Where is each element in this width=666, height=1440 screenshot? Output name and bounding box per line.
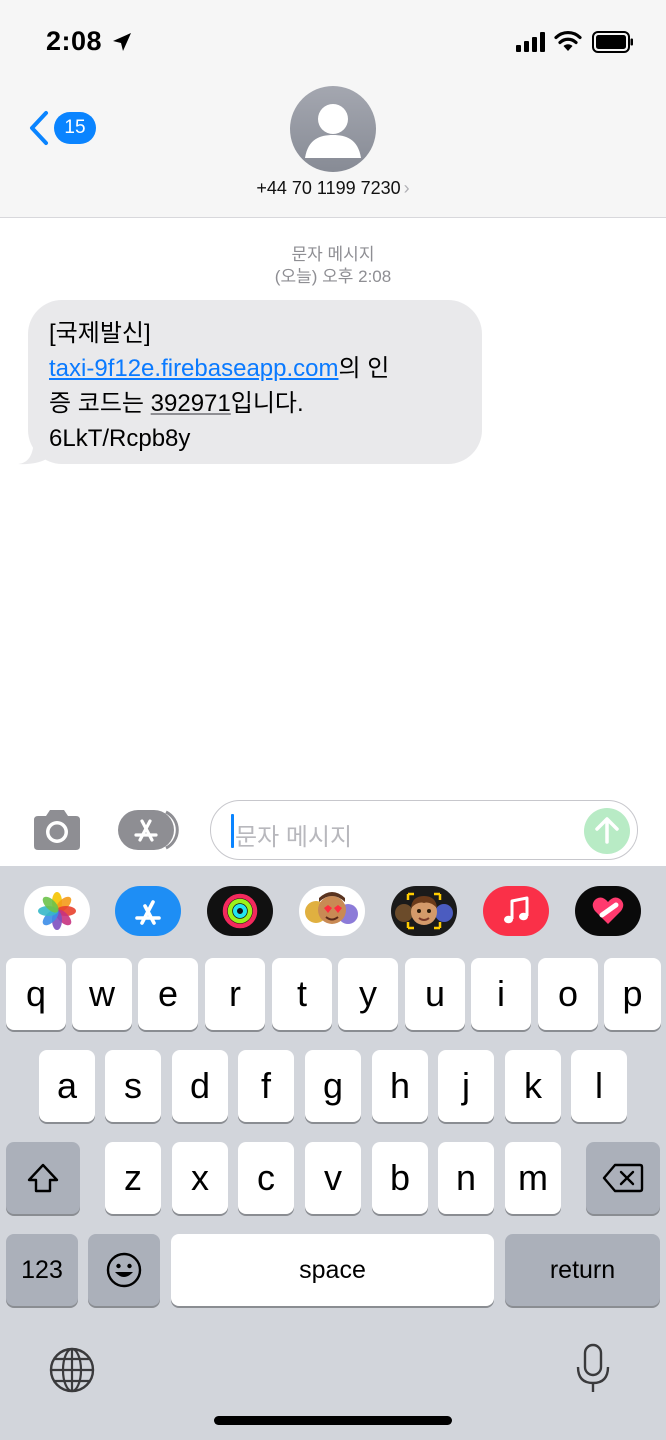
message-line-3: 증 코드는 392971입니다. [49,386,462,421]
animoji-app-button[interactable] [391,886,457,936]
message-link[interactable]: taxi-9f12e.firebaseapp.com [49,355,339,382]
digital-touch-app-button[interactable] [575,886,641,936]
key-k[interactable]: k [505,1050,561,1122]
message-timestamp: (오늘) 오후 2:08 [274,267,392,286]
emoji-key[interactable] [88,1234,160,1306]
key-g[interactable]: g [305,1050,361,1122]
app-store-app-button[interactable] [115,886,181,936]
key-s[interactable]: s [105,1050,161,1122]
activity-icon [222,893,258,929]
key-z[interactable]: z [105,1142,161,1214]
unread-count-badge: 15 [54,112,96,144]
shift-key[interactable] [6,1142,80,1214]
key-f[interactable]: f [238,1050,294,1122]
contact-number: +44 70 1199 7230 [256,178,401,198]
backspace-key[interactable] [586,1142,660,1214]
numbers-key[interactable]: 123 [6,1234,78,1306]
microphone-icon[interactable] [574,1342,612,1396]
key-e[interactable]: e [138,958,198,1030]
text-cursor [231,814,234,848]
key-m[interactable]: m [505,1142,561,1214]
conversation-header: 2:08 15 +44 70 1199 7230 › [0,0,666,218]
photos-app-button[interactable] [24,886,90,936]
memoji-stickers-icon [305,892,358,924]
animoji-icon [395,892,453,930]
keyboard: q w e r t y u i o p a s d f g h j k l z … [0,946,666,1440]
emoji-icon [106,1252,142,1288]
imessage-app-drawer [0,866,666,956]
contact-name-row[interactable]: +44 70 1199 7230 › [0,178,666,199]
key-b[interactable]: b [372,1142,428,1214]
app-store-toggle-icon[interactable] [118,808,182,852]
key-h[interactable]: h [372,1050,428,1122]
key-n[interactable]: n [438,1142,494,1214]
wifi-icon [554,30,582,51]
message-input-placeholder: 문자 메시지 [235,824,353,851]
key-j[interactable]: j [438,1050,494,1122]
shift-icon [27,1163,59,1193]
status-time: 2:08 [46,26,103,56]
contact-avatar[interactable] [290,86,376,172]
memoji-stickers-app-button[interactable] [299,886,365,936]
key-o[interactable]: o [538,958,598,1030]
send-button[interactable] [584,808,630,854]
key-y[interactable]: y [338,958,398,1030]
key-t[interactable]: t [272,958,332,1030]
key-l[interactable]: l [571,1050,627,1122]
return-key[interactable]: return [505,1234,660,1306]
cellular-signal-icon [516,32,545,52]
message-text-after-code: 입니다. [230,390,304,417]
key-v[interactable]: v [305,1142,361,1214]
space-key[interactable]: space [171,1234,494,1306]
battery-icon [592,31,633,53]
person-silhouette-icon [305,104,361,158]
app-store-icon [135,900,161,925]
globe-icon[interactable] [48,1346,96,1394]
key-r[interactable]: r [205,958,265,1030]
music-app-button[interactable] [483,886,549,936]
back-button[interactable]: 15 [26,108,96,148]
key-u[interactable]: u [405,958,465,1030]
message-input[interactable]: 문자 메시지 [210,800,638,860]
key-x[interactable]: x [172,1142,228,1214]
key-p[interactable]: p [604,958,661,1030]
camera-icon[interactable] [30,808,84,852]
key-q[interactable]: q [6,958,66,1030]
message-line-4: 6LkT/Rcpb8y [49,425,191,452]
message-text-after-link: 의 인 [338,355,390,382]
backspace-icon [602,1163,644,1193]
photos-icon [38,892,76,930]
message-line-2: taxi-9f12e.firebaseapp.com의 인 [49,351,462,386]
verification-code[interactable]: 392971 [151,390,231,417]
chevron-left-icon [30,111,48,145]
music-icon [504,896,529,924]
key-i[interactable]: i [471,958,531,1030]
message-text-before-code: 증 코드는 [49,390,151,417]
received-message-bubble[interactable]: [국제발신] taxi-9f12e.firebaseapp.com의 인 증 코… [28,300,482,464]
digital-touch-icon [592,897,624,924]
key-d[interactable]: d [172,1050,228,1122]
key-a[interactable]: a [39,1050,95,1122]
chevron-right-icon: › [403,178,410,198]
activity-app-button[interactable] [207,886,273,936]
message-line-1: [국제발신] [49,320,151,347]
location-arrow-icon [113,33,131,51]
key-w[interactable]: w [72,958,132,1030]
messages-screen: 2:08 15 +44 70 1199 7230 › 문자 메시지 (오늘) 오… [0,0,666,1440]
home-indicator[interactable] [214,1416,452,1425]
key-c[interactable]: c [238,1142,294,1214]
arrow-up-icon [595,817,619,844]
